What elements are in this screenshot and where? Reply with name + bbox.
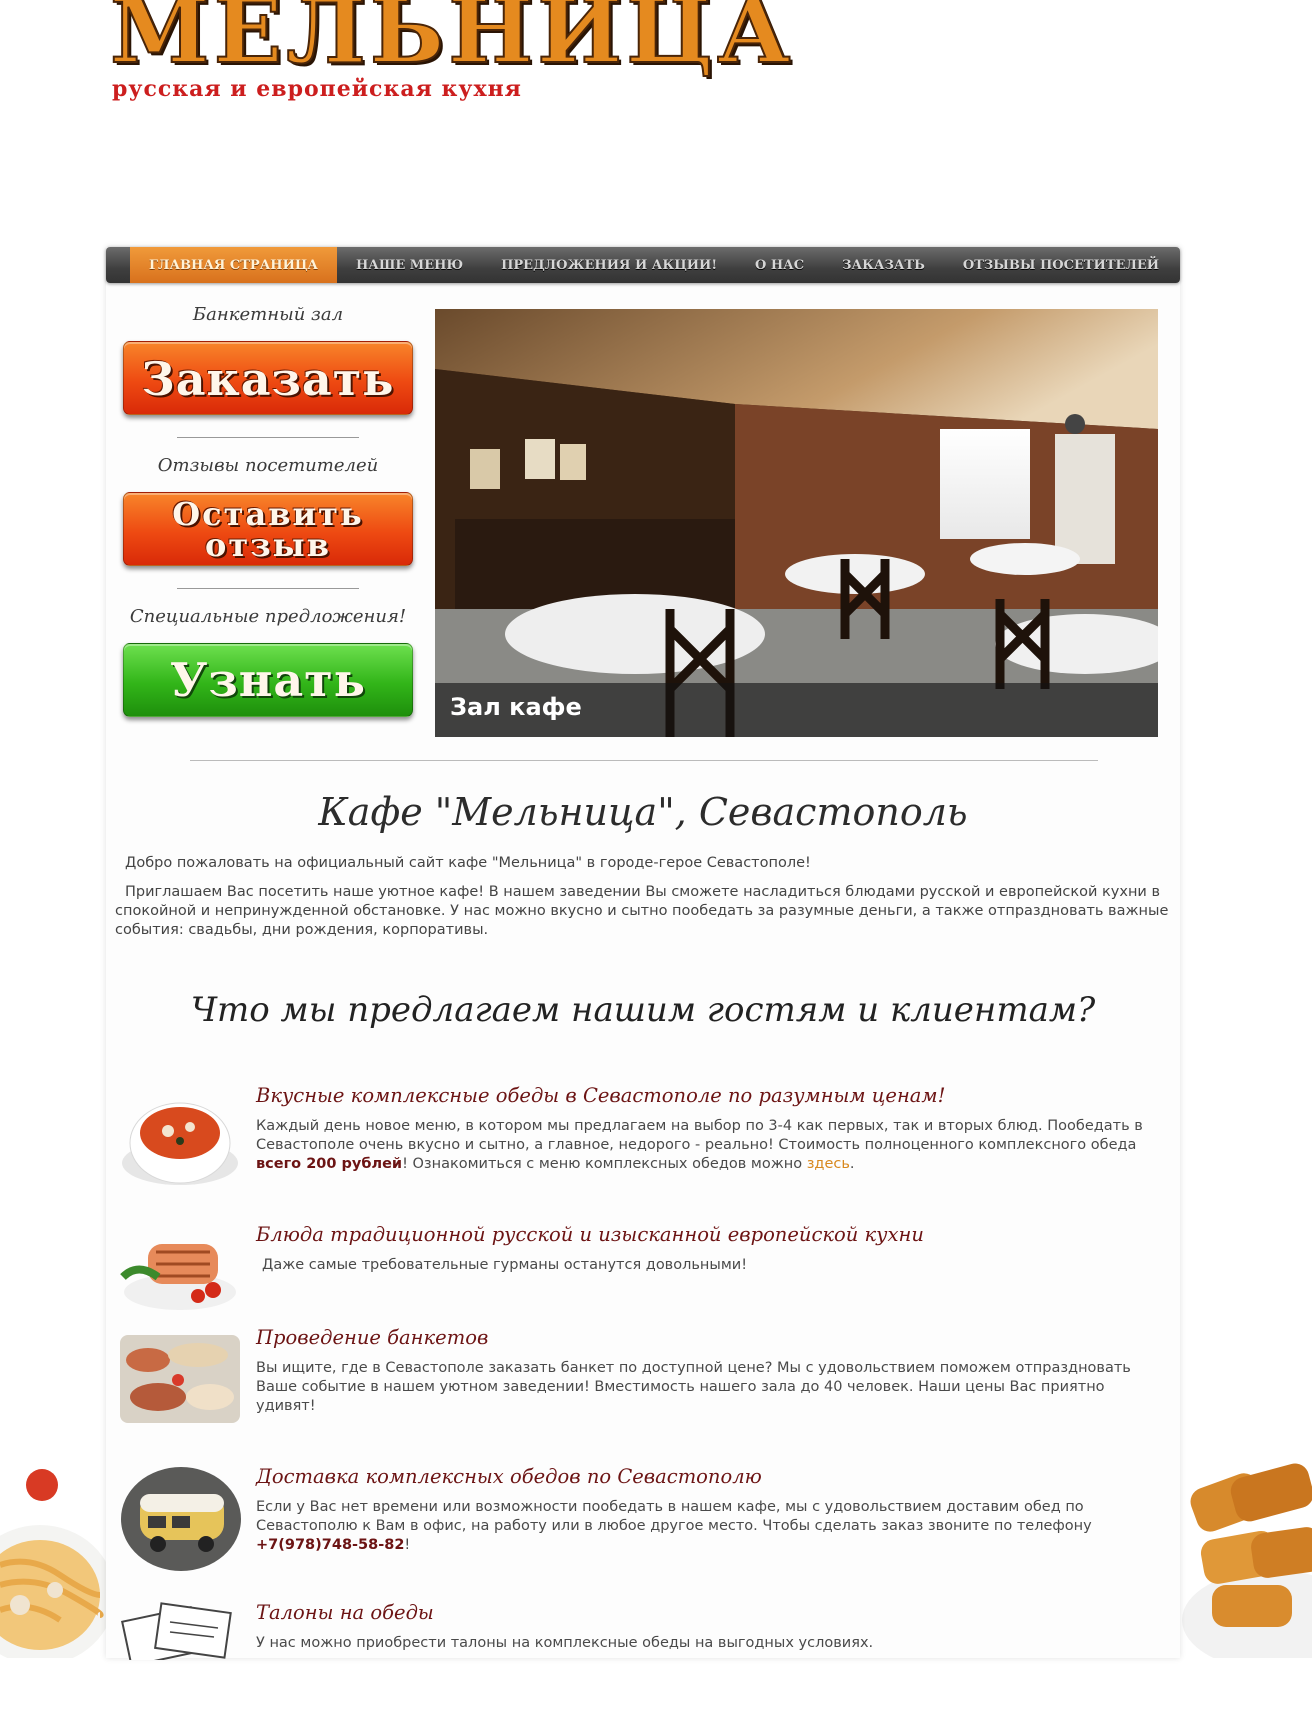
feature-text: Каждый день новое меню, в котором мы пре… [256,1117,1166,1174]
banquet-block: Банкетный зал Заказать [118,300,418,438]
sidebar-divider [177,588,359,589]
feature-title: Блюда традиционной русской и изысканной … [256,1223,924,1246]
feature-text-part: . [849,1156,855,1172]
nav-item-home[interactable]: Главная страница [130,247,338,283]
pancake-rolls-decoration [1182,1440,1312,1670]
meal-coupons-icon [118,1600,244,1710]
learn-more-button[interactable]: Узнать [123,643,413,717]
feature-text: У нас можно приобрести талоны на комплек… [256,1635,874,1651]
banquet-platter-icon [118,1325,244,1435]
feature-title: Проведение банкетов [256,1326,489,1349]
reviews-block: Отзывы посетителей Оставить отзыв [118,451,418,589]
offer-section-title: Что мы предлагаем нашим гостям и клиента… [190,990,1096,1030]
grilled-fish-icon [118,1222,244,1332]
content-divider [190,760,1098,761]
delivery-van-icon [118,1464,244,1574]
special-offers-caption: Специальные предложения! [129,606,407,627]
leave-review-label-line2: отзыв [205,526,331,564]
feature-text-part: Если у Вас нет времени или возможности п… [256,1499,1092,1534]
price-highlight: всего 200 рублей [256,1156,403,1172]
phone-number: +7(978)748-58-82 [256,1537,405,1553]
site-logo[interactable]: МЕЛЬНИЦА русская и европейская кухня [109,0,791,110]
feature-text-part: ! Ознакомиться с меню комплексных обедов… [402,1156,807,1172]
slider-caption-bar: Зал кафе [435,683,1158,737]
banquet-caption: Банкетный зал [192,304,344,325]
nav-item-order[interactable]: Заказать [823,247,944,283]
nav-item-about[interactable]: О нас [736,247,823,283]
sidebar-divider [177,437,359,438]
logo-title: МЕЛЬНИЦА [109,0,795,84]
pasta-plate-decoration [0,1465,115,1665]
intro-welcome: Добро пожаловать на официальный сайт каф… [125,855,811,871]
nav-item-menu[interactable]: Наше меню [337,247,482,283]
intro-invitation: Приглашаем Вас посетить наше уютное кафе… [115,884,1169,938]
reviews-caption: Отзывы посетителей [157,455,379,476]
lunch-menu-link[interactable]: здесь [807,1156,850,1172]
feature-title: Талоны на обеды [256,1601,434,1624]
feature-text-part: ! [404,1537,411,1553]
cafe-hall-photo [435,309,1158,737]
order-banquet-button[interactable]: Заказать [123,341,413,415]
nav-item-offers[interactable]: Предложения и акции! [482,247,736,283]
main-navbar: Главная страница Наше меню Предложения и… [106,247,1180,283]
page-title: Кафе "Мельница", Севастополь [318,790,968,834]
soup-bowl-icon [118,1083,244,1193]
slider-caption: Зал кафе [450,693,582,721]
feature-text-part: Каждый день новое меню, в котором мы пре… [256,1118,1143,1153]
feature-title: Доставка комплексных обедов по Севастопо… [256,1465,762,1488]
nav-item-reviews[interactable]: Отзывы посетителей [944,247,1178,283]
cafe-hall-slider[interactable]: Зал кафе [435,309,1158,737]
feature-text: Если у Вас нет времени или возможности п… [256,1498,1166,1555]
special-offers-block: Специальные предложения! Узнать [118,602,418,717]
feature-text: Даже самые требовательные гурманы остану… [262,1257,748,1273]
leave-review-button[interactable]: Оставить отзыв [123,492,413,566]
feature-text: Вы ищите, где в Севастополе заказать бан… [256,1360,1131,1414]
logo-subtitle: русская и европейская кухня [112,76,522,102]
feature-title: Вкусные комплексные обеды в Севастополе … [256,1084,946,1107]
